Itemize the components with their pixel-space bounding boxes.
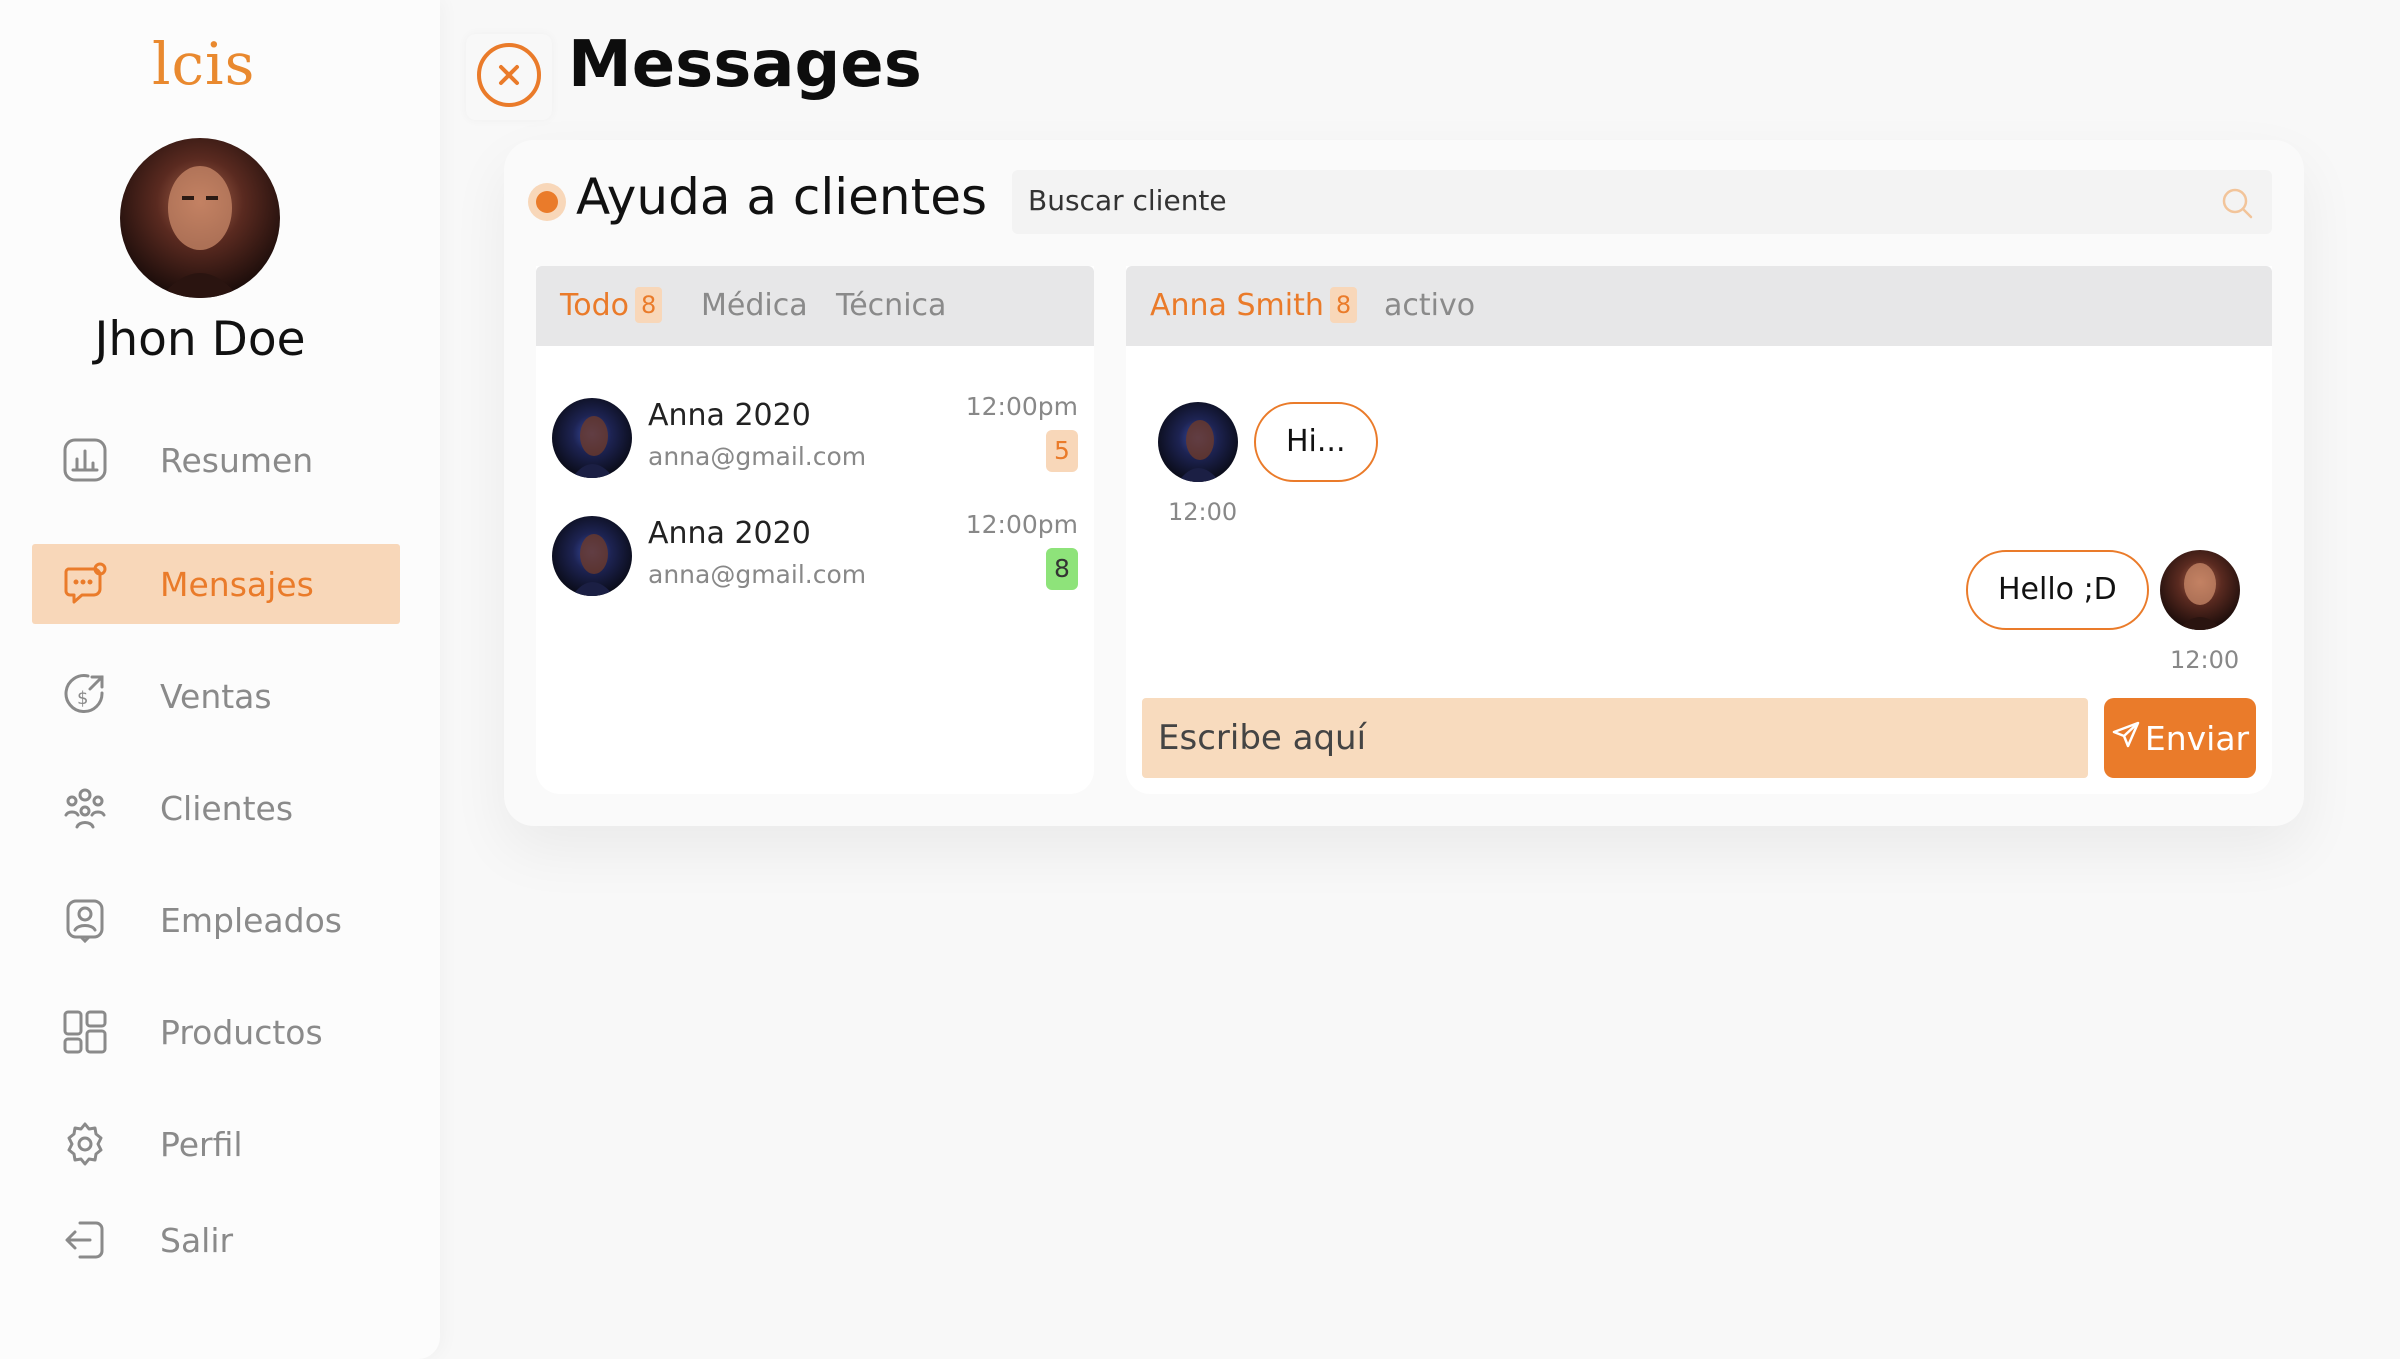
svg-text:$: $ [77, 688, 88, 709]
user-name: Jhon Doe [94, 312, 306, 367]
gear-icon [62, 1121, 108, 1167]
chat-header: Anna Smith 8 activo [1126, 266, 2272, 346]
sidebar-item-perfil[interactable]: Perfil [32, 1104, 400, 1184]
sidebar-item-empleados[interactable]: Empleados [32, 880, 400, 960]
search-input[interactable]: Buscar cliente [1012, 170, 2272, 234]
send-button[interactable]: Enviar [2104, 698, 2256, 778]
sidebar-item-ventas[interactable]: $ Ventas [32, 656, 400, 736]
tab-medica[interactable]: Médica [701, 288, 808, 323]
contact-avatar [552, 398, 632, 478]
chat-contact-name: Anna Smith [1150, 288, 1324, 323]
sidebar-item-label: Productos [160, 1012, 323, 1052]
message-bubble-incoming: Hi... [1254, 402, 1378, 482]
search-placeholder: Buscar cliente [1028, 184, 1227, 217]
user-avatar[interactable] [120, 138, 280, 298]
send-label: Enviar [2144, 718, 2250, 758]
sidebar-item-mensajes[interactable]: Mensajes [32, 544, 400, 624]
contact-avatar [1158, 402, 1238, 482]
sidebar-item-label: Resumen [160, 440, 314, 480]
tab-label: Médica [701, 288, 808, 323]
tab-label: Técnica [836, 288, 947, 323]
sidebar-item-productos[interactable]: Productos [32, 992, 400, 1072]
grid-icon [62, 1009, 108, 1055]
message-input[interactable]: Escribe aquí [1142, 698, 2088, 778]
sidebar-item-label: Perfil [160, 1124, 243, 1164]
list-item[interactable]: Anna 2020 anna@gmail.com 12:00pm 5 [536, 390, 1094, 490]
message-time: 12:00pm [965, 392, 1078, 421]
message-time: 12:00 [1168, 498, 1238, 526]
contact-avatar [552, 516, 632, 596]
sidebar: lcis Jhon Doe Resumen Mensajes $ Ventas … [0, 0, 440, 1359]
contact-name: Anna 2020 [648, 398, 811, 433]
sales-icon: $ [62, 673, 108, 719]
sidebar-item-label: Clientes [160, 788, 294, 828]
message-placeholder: Escribe aquí [1158, 718, 1367, 758]
search-icon[interactable] [2220, 186, 2254, 220]
sidebar-item-label: Empleados [160, 900, 342, 940]
unread-badge: 5 [1046, 430, 1078, 472]
unread-badge: 8 [1046, 548, 1078, 590]
chart-icon [62, 437, 108, 483]
tab-todo[interactable]: Todo 8 [560, 286, 663, 325]
contact-email: anna@gmail.com [648, 560, 867, 589]
sidebar-item-label: Mensajes [160, 564, 314, 604]
employee-icon [62, 897, 108, 944]
sidebar-item-label: Salir [160, 1220, 234, 1260]
logout-icon [62, 1217, 108, 1263]
tab-tecnica[interactable]: Técnica [836, 288, 946, 323]
send-icon [2111, 719, 2141, 758]
conversation-tabs: Todo 8 Médica Técnica [536, 266, 1094, 346]
contact-name: Anna 2020 [648, 516, 811, 551]
message-time: 12:00 [2170, 646, 2240, 674]
contact-email: anna@gmail.com [648, 442, 867, 471]
sidebar-item-label: Ventas [160, 676, 272, 716]
message-bubble-outgoing: Hello ;D [1966, 550, 2149, 630]
chat-status: activo [1384, 288, 1476, 323]
count-badge: 8 [1329, 286, 1358, 323]
count-badge: 8 [634, 286, 663, 323]
close-button[interactable] [466, 34, 552, 120]
sidebar-item-salir[interactable]: Salir [32, 1200, 400, 1280]
sidebar-item-clientes[interactable]: Clientes [32, 768, 400, 848]
tab-label: Todo [560, 288, 629, 323]
close-icon [476, 42, 542, 112]
users-icon [62, 785, 108, 831]
support-title: Ayuda a clientes [576, 168, 988, 226]
status-dot [528, 183, 566, 221]
message-time: 12:00pm [965, 510, 1078, 539]
chat-icon [62, 561, 108, 607]
chat-contact[interactable]: Anna Smith 8 [1150, 286, 1358, 325]
sidebar-item-resumen[interactable]: Resumen [32, 420, 400, 500]
list-item[interactable]: Anna 2020 anna@gmail.com 12:00pm 8 [536, 508, 1094, 608]
page-title: Messages [568, 28, 922, 102]
brand-logo: lcis [152, 30, 256, 98]
user-avatar [2160, 550, 2240, 630]
